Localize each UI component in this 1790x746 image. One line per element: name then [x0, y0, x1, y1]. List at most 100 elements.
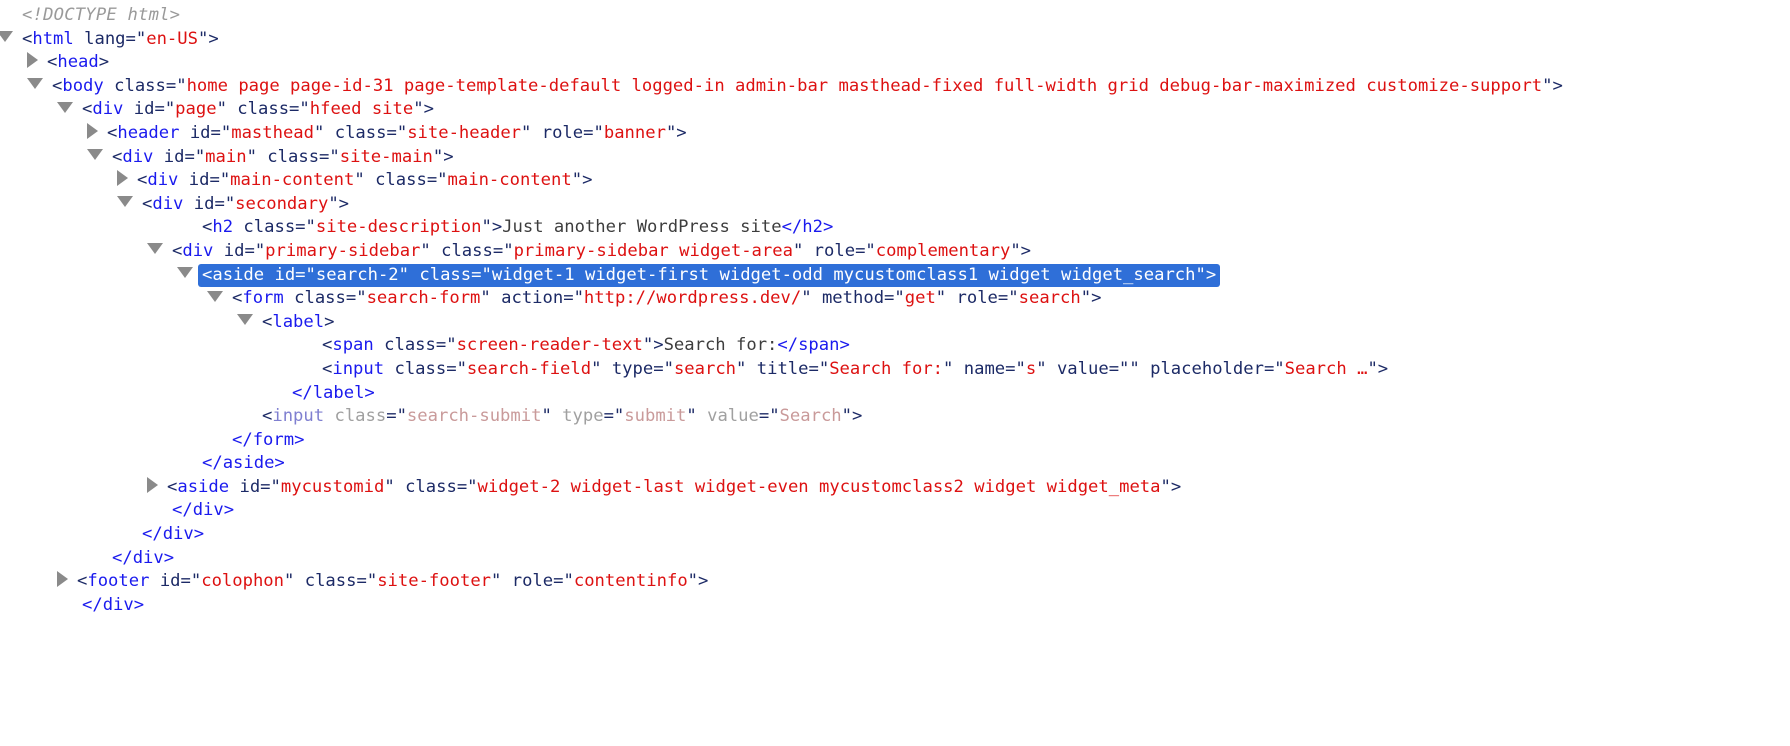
attr-value-class[interactable]: search-form	[367, 288, 481, 308]
attr-value-role[interactable]: banner	[604, 123, 666, 143]
attr-name-method[interactable]: method	[822, 288, 884, 308]
dom-node-closing-tag[interactable]: </label>	[0, 382, 1790, 406]
attr-name-id[interactable]: id	[164, 147, 185, 167]
dom-node-head[interactable]: <head>	[0, 51, 1790, 75]
dom-node-span[interactable]: <span class="screen-reader-text">Search …	[0, 334, 1790, 358]
disclosure-triangle-down-icon[interactable]	[117, 196, 133, 208]
dom-node-label[interactable]: <label>	[0, 311, 1790, 335]
dom-node-div[interactable]: <div id="main" class="site-main">	[0, 146, 1790, 170]
attr-value-type[interactable]: search	[674, 359, 736, 379]
attr-value-class[interactable]: site-footer	[377, 571, 491, 591]
attr-value-id[interactable]: main-content	[230, 170, 354, 190]
attr-name-lang[interactable]: lang	[84, 29, 125, 49]
disclosure-triangle-right-icon[interactable]	[87, 122, 98, 139]
dom-node-div[interactable]: <div id="primary-sidebar" class="primary…	[0, 240, 1790, 264]
disclosure-triangle-right-icon[interactable]	[147, 476, 158, 493]
attr-name-class[interactable]: class	[305, 571, 357, 591]
attr-value-method[interactable]: get	[905, 288, 936, 308]
attr-value-role[interactable]: complementary	[876, 241, 1011, 261]
attr-name-role[interactable]: role	[814, 241, 855, 261]
attr-name-class[interactable]: class	[334, 406, 386, 426]
attr-value-class[interactable]: site-main	[340, 147, 433, 167]
attr-value-id[interactable]: mycustomid	[281, 477, 384, 497]
disclosure-triangle-down-icon[interactable]	[87, 149, 103, 161]
attr-name-role[interactable]: role	[957, 288, 998, 308]
attr-value-id[interactable]: colophon	[201, 571, 284, 591]
dom-node-html[interactable]: <html lang="en-US">	[0, 28, 1790, 52]
disclosure-triangle-down-icon[interactable]	[207, 290, 223, 302]
dom-node-input[interactable]: <input class="search-submit" type="submi…	[0, 405, 1790, 429]
dom-node-div[interactable]: <div id="main-content" class="main-conte…	[0, 169, 1790, 193]
attr-value-class[interactable]: widget-1 widget-first widget-odd mycusto…	[492, 265, 1196, 285]
attr-value-id[interactable]: page	[175, 99, 216, 119]
attr-name-placeholder[interactable]: placeholder	[1150, 359, 1264, 379]
disclosure-triangle-down-icon[interactable]	[27, 78, 43, 90]
disclosure-triangle-right-icon[interactable]	[57, 571, 68, 588]
disclosure-triangle-down-icon[interactable]	[0, 31, 13, 43]
attr-value-role[interactable]: search	[1019, 288, 1081, 308]
dom-node-aside[interactable]: <aside id="search-2" class="widget-1 wid…	[0, 263, 1790, 288]
disclosure-triangle-right-icon[interactable]	[117, 170, 128, 187]
attr-value-id[interactable]: secondary	[235, 194, 328, 214]
dom-node-div[interactable]: <div id="secondary">	[0, 193, 1790, 217]
disclosure-triangle-down-icon[interactable]	[147, 243, 163, 255]
dom-node-header[interactable]: <header id="masthead" class="site-header…	[0, 122, 1790, 146]
attr-name-id[interactable]: id	[190, 123, 211, 143]
attr-value-lang[interactable]: en-US	[146, 29, 198, 49]
attr-name-class[interactable]: class	[384, 335, 436, 355]
attr-name-role[interactable]: role	[542, 123, 583, 143]
attr-name-class[interactable]: class	[114, 76, 166, 96]
attr-name-class[interactable]: class	[375, 170, 427, 190]
attr-name-id[interactable]: id	[239, 477, 260, 497]
attr-value-placeholder[interactable]: Search …	[1285, 359, 1368, 379]
dom-node-div[interactable]: <div id="page" class="hfeed site">	[0, 98, 1790, 122]
attr-name-class[interactable]: class	[237, 99, 289, 119]
attr-name-class[interactable]: class	[335, 123, 387, 143]
attr-name-name[interactable]: name	[964, 359, 1005, 379]
attr-value-class[interactable]: screen-reader-text	[457, 335, 643, 355]
attr-name-id[interactable]: id	[160, 571, 181, 591]
attr-value-id[interactable]: primary-sidebar	[265, 241, 420, 261]
dom-node-closing-tag[interactable]: </form>	[0, 429, 1790, 453]
attr-name-id[interactable]: id	[194, 194, 215, 214]
attr-value-class[interactable]: site-description	[316, 217, 482, 237]
attr-value-role[interactable]: contentinfo	[574, 571, 688, 591]
attr-value-class[interactable]: main-content	[448, 170, 572, 190]
attr-name-class[interactable]: class	[441, 241, 493, 261]
attr-name-value[interactable]: value	[707, 406, 759, 426]
dom-node-footer[interactable]: <footer id="colophon" class="site-footer…	[0, 570, 1790, 594]
disclosure-triangle-down-icon[interactable]	[57, 101, 73, 113]
attr-name-title[interactable]: title	[757, 359, 809, 379]
attr-value-name[interactable]: s	[1026, 359, 1036, 379]
dom-node-closing-tag[interactable]: </div>	[0, 547, 1790, 571]
dom-node-closing-tag[interactable]: </div>	[0, 499, 1790, 523]
attr-value-class[interactable]: widget-2 widget-last widget-even mycusto…	[478, 477, 1161, 497]
attr-name-class[interactable]: class	[294, 288, 346, 308]
attr-name-id[interactable]: id	[274, 265, 295, 285]
dom-node-doctype[interactable]: <!DOCTYPE html>	[0, 4, 1790, 28]
attr-name-class[interactable]: class	[243, 217, 295, 237]
attr-name-class[interactable]: class	[419, 265, 471, 285]
attr-value-class[interactable]: hfeed site	[310, 99, 413, 119]
disclosure-triangle-down-icon[interactable]	[237, 314, 253, 326]
attr-name-id[interactable]: id	[134, 99, 155, 119]
attr-name-role[interactable]: role	[512, 571, 553, 591]
attr-value-value[interactable]: Search	[780, 406, 842, 426]
attr-value-id[interactable]: search-2	[316, 265, 399, 285]
attr-value-id[interactable]: main	[205, 147, 246, 167]
attr-value-class[interactable]: site-header	[407, 123, 521, 143]
attr-value-action[interactable]: http://wordpress.dev/	[584, 288, 801, 308]
attr-name-class[interactable]: class	[267, 147, 319, 167]
attr-value-class[interactable]: search-field	[467, 359, 591, 379]
attr-name-id[interactable]: id	[189, 170, 210, 190]
attr-value-class[interactable]: home page page-id-31 page-template-defau…	[187, 76, 1543, 96]
dom-node-closing-tag[interactable]: </div>	[0, 523, 1790, 547]
attr-name-type[interactable]: type	[612, 359, 653, 379]
attr-name-action[interactable]: action	[501, 288, 563, 308]
dom-node-body[interactable]: <body class="home page page-id-31 page-t…	[0, 75, 1790, 99]
dom-node-closing-tag[interactable]: </div>	[0, 594, 1790, 618]
attr-value-title[interactable]: Search for:	[829, 359, 943, 379]
disclosure-triangle-right-icon[interactable]	[27, 52, 38, 69]
dom-node-input[interactable]: <input class="search-field" type="search…	[0, 358, 1790, 382]
dom-node-closing-tag[interactable]: </aside>	[0, 452, 1790, 476]
